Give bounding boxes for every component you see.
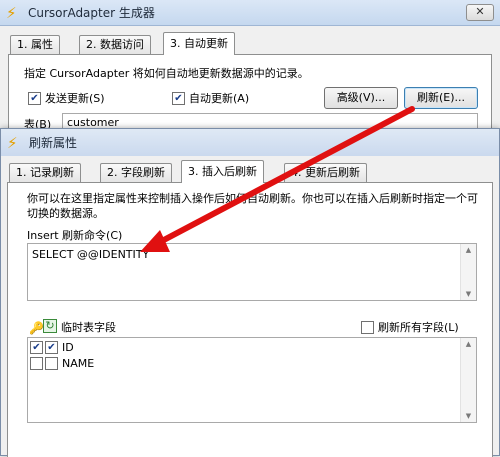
arrow-shaft [157, 106, 415, 245]
annotation-arrow [140, 106, 415, 252]
